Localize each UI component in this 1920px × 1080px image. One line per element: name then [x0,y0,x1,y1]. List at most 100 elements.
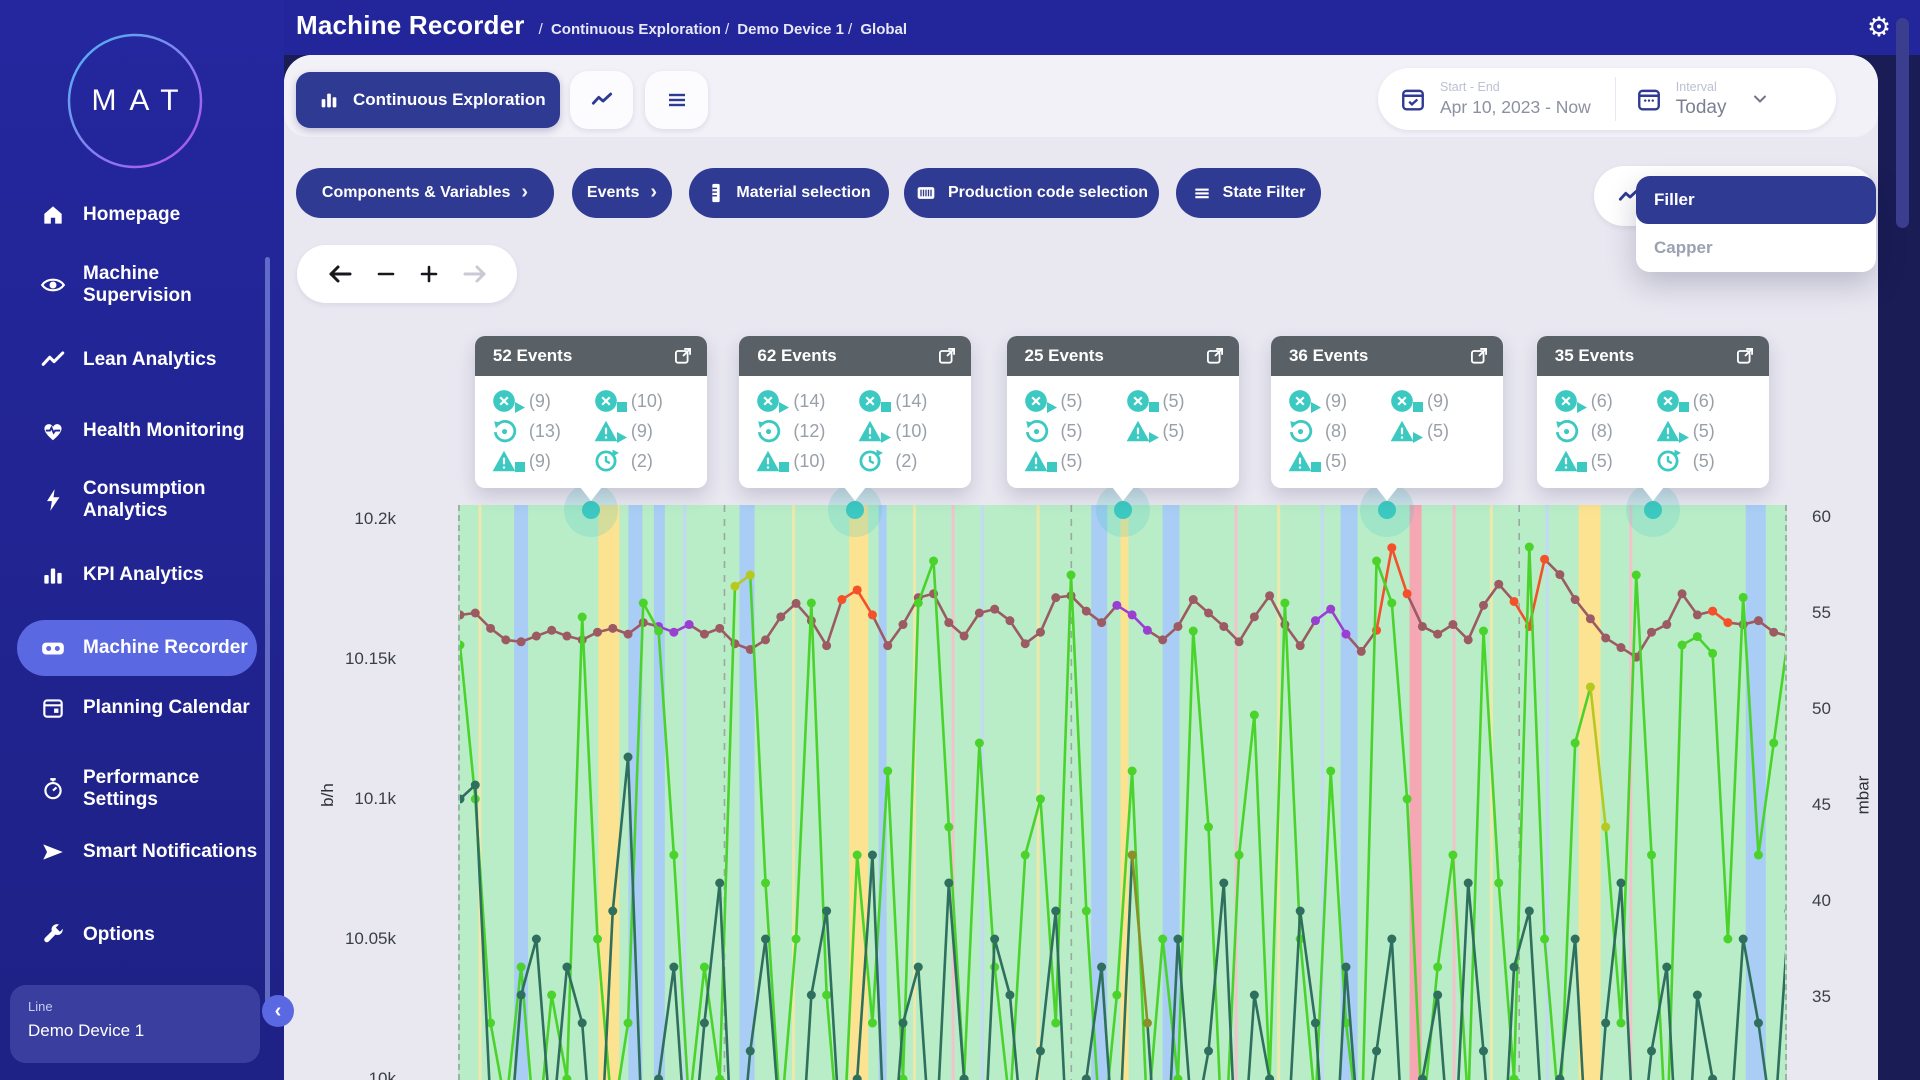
machine-recorder-app: { "header": { "title": "Machine Recorder… [0,0,1920,1080]
restore-event-icon [1023,417,1059,445]
line-chart-icon [589,87,615,113]
sidebar-item-kpi-analytics[interactable]: KPI Analytics [0,562,284,588]
line-view-button[interactable] [570,71,633,129]
machine-option-filler[interactable]: Filler [1636,176,1876,224]
sidebar-item-label: Machine Supervision [83,263,268,307]
zoom-out-icon[interactable] [376,264,396,284]
event-count-value: (9) [1325,391,1347,412]
sidebar-item-lean-analytics[interactable]: Lean Analytics [0,347,284,373]
sidebar-item-consumption-analytics[interactable]: Consumption Analytics [0,478,284,522]
event-count-warning-play: (5) [1125,416,1225,446]
event-count-value: (5) [1693,421,1715,442]
cancel-event-icon [1125,387,1161,415]
filter-state[interactable]: State Filter [1176,168,1321,218]
event-card-body: (6)(8)(5)(6)(5)(5) [1537,376,1769,488]
chevron-down-icon[interactable] [1752,91,1768,107]
event-count-cancel-square: (10) [593,386,693,416]
restore-event-icon [1287,417,1323,445]
open-events-icon[interactable] [1205,346,1225,366]
sidebar-item-machine-recorder[interactable]: Machine Recorder [0,635,284,661]
event-card-header: 52 Events [475,336,707,376]
sidebar-collapse-button[interactable]: ‹ [262,995,294,1027]
sidebar-item-health-monitoring[interactable]: Health Monitoring [0,418,284,444]
right-axis-tick: 45 [1812,795,1831,815]
chip-label: Events [587,184,639,202]
event-marker[interactable] [1114,501,1132,519]
breadcrumb-item[interactable]: Global [848,21,907,38]
cylinder-icon [707,182,725,204]
gear-icon[interactable]: ⚙ [1862,10,1896,44]
arrow-right-icon[interactable] [462,263,488,285]
home-icon [40,202,66,228]
sidebar-item-label: Options [83,924,268,946]
cancel-event-icon [1287,387,1323,415]
event-count-value: (5) [1591,451,1613,472]
tab-label: Continuous Exploration [353,90,546,110]
cancel-event-icon [593,387,629,415]
warning-event-icon [1287,447,1323,475]
continuous-exploration-tab[interactable]: Continuous Exploration [296,72,560,128]
sidebar-item-machine-supervision[interactable]: Machine Supervision [0,263,284,307]
open-events-icon[interactable] [937,346,957,366]
sidebar-item-performance-settings[interactable]: Performance Settings [0,767,284,811]
warning-event-icon [1023,447,1059,475]
event-count-cancel-square: (14) [857,386,957,416]
cancel-event-icon [1553,387,1589,415]
open-events-icon[interactable] [1735,346,1755,366]
event-card-body: (9)(8)(5)(9)(5) [1271,376,1503,488]
page-scrollbar[interactable] [1896,18,1909,228]
sidebar-item-planning-calendar[interactable]: Planning Calendar [0,695,284,721]
filter-components-variables[interactable]: Components & Variables› [296,168,554,218]
cancel-event-icon [1655,387,1691,415]
sidebar-item-homepage[interactable]: Homepage [0,202,284,228]
open-events-icon[interactable] [1469,346,1489,366]
chart-canvas [460,505,1787,1080]
event-card: 36 Events(9)(8)(5)(9)(5) [1271,336,1503,488]
event-count-warning-play: (5) [1655,416,1755,446]
sidebar-item-options[interactable]: Options [0,922,284,948]
date-range-card: Start - End Apr 10, 2023 - Now Interval … [1378,68,1836,130]
sidebar-item-smart-notifications[interactable]: Smart Notifications [0,839,284,865]
heart-pulse-icon [40,418,66,444]
timeline-chart[interactable] [458,505,1787,1080]
breadcrumb-item[interactable]: Demo Device 1 [725,21,844,38]
event-count-warning-play: (5) [1389,416,1489,446]
filter-production-code[interactable]: Production code selection [904,168,1159,218]
event-count-cancel-play: (5) [1023,386,1123,416]
event-marker[interactable] [1644,501,1662,519]
zoom-in-icon[interactable] [419,264,439,284]
sidebar-scrollbar[interactable] [265,257,270,1005]
filter-material-selection[interactable]: Material selection [689,168,889,218]
event-count-cancel-square: (5) [1125,386,1225,416]
arrow-left-icon[interactable] [327,263,353,285]
divider [1615,77,1616,121]
filter-events[interactable]: Events› [572,168,672,218]
event-card-title: 35 Events [1555,346,1634,366]
chip-label: Material selection [736,184,870,202]
card-pointer [1376,487,1398,501]
chevron-right-icon: › [521,181,528,204]
right-axis-tick: 40 [1812,891,1831,911]
event-count-warning-square: (10) [755,446,855,476]
event-card-header: 25 Events [1007,336,1239,376]
recorder-icon [40,635,66,661]
breadcrumb-item[interactable]: Continuous Exploration [539,21,721,38]
event-count-cancel-square: (9) [1389,386,1489,416]
event-count-warning-square: (5) [1287,446,1387,476]
list-icon [1192,183,1212,203]
warning-event-icon [593,417,629,445]
interval-select[interactable]: Interval Today [1676,80,1727,119]
eye-icon [40,272,66,298]
event-marker[interactable] [582,501,600,519]
event-count-value: (5) [1061,451,1083,472]
date-range-picker[interactable]: Start - End Apr 10, 2023 - Now [1440,80,1591,118]
cancel-event-icon [1023,387,1059,415]
table-view-button[interactable] [645,71,708,129]
wrench-icon [40,922,66,948]
interval-label: Interval [1676,80,1727,94]
event-card-header: 36 Events [1271,336,1503,376]
open-events-icon[interactable] [673,346,693,366]
restore-event-icon [755,417,791,445]
event-marker[interactable] [1378,501,1396,519]
machine-option-capper[interactable]: Capper [1636,224,1876,272]
